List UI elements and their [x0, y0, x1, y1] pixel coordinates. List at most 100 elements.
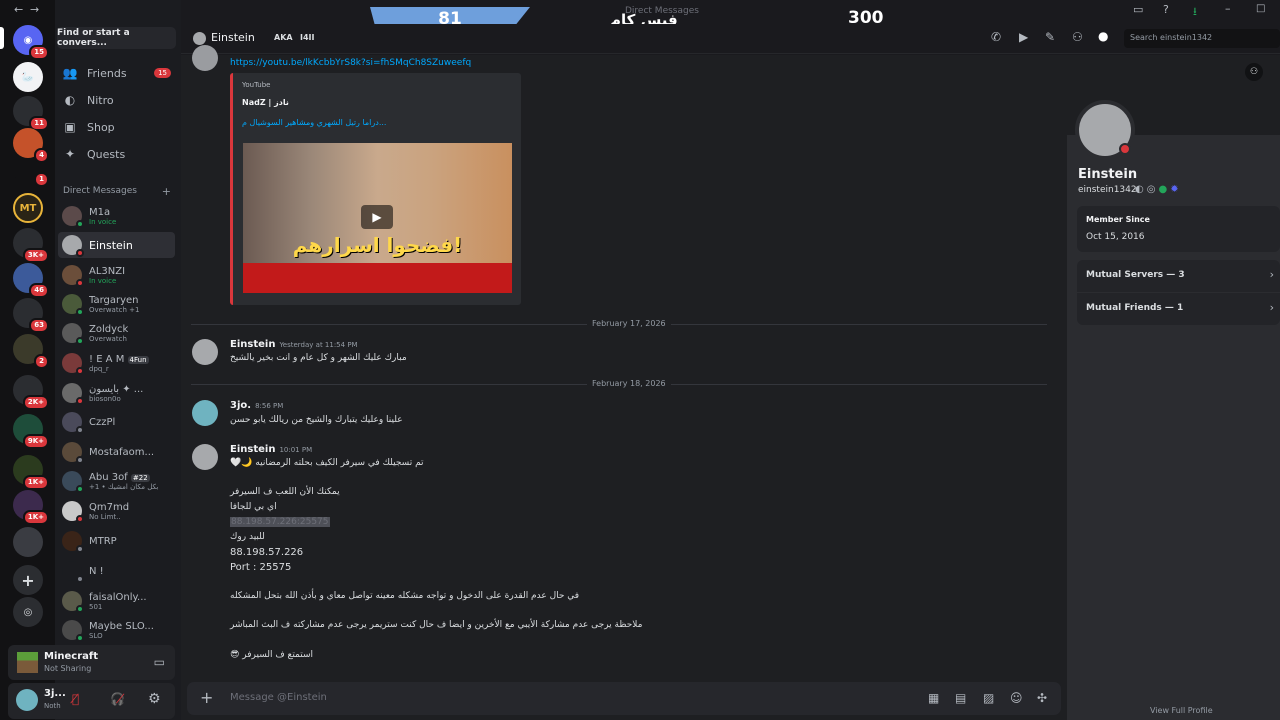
download-icon[interactable]: ⭳: [1193, 3, 1197, 22]
message-time: 8:56 PM: [255, 402, 284, 410]
badge: 4: [34, 148, 49, 163]
server-mt[interactable]: MT: [13, 193, 43, 223]
dm-item[interactable]: Qm7md No Limt..: [58, 498, 175, 524]
dm-item[interactable]: بايسون ✦ ... bioson0o: [58, 380, 175, 406]
message-line: Port : 25575: [230, 562, 292, 573]
server-icon[interactable]: 🦢: [13, 62, 43, 92]
server-icon[interactable]: 1K+: [13, 490, 49, 525]
dm-item[interactable]: CzzPl: [58, 409, 175, 435]
add-server-button[interactable]: +: [13, 565, 43, 595]
activity-sub: Not Sharing: [44, 664, 92, 673]
dm-item[interactable]: N !: [58, 558, 175, 584]
nav-label: Shop: [87, 120, 115, 134]
apps-icon[interactable]: ✣: [1037, 691, 1047, 705]
header-name: Einstein: [211, 31, 255, 44]
dm-item[interactable]: ! E A M 4Fun dpq_r: [58, 350, 175, 376]
dm-item[interactable]: faisalOnly... 501: [58, 588, 175, 614]
add-attachment-icon[interactable]: +: [200, 688, 213, 707]
mute-icon[interactable]: 🎙̸: [72, 692, 79, 706]
dnd-status-icon: [1119, 143, 1131, 155]
settings-gear-icon[interactable]: ⚙: [148, 691, 161, 707]
minimize-icon[interactable]: –: [1225, 2, 1231, 15]
dm-name: Maybe SLO...: [89, 620, 154, 632]
emoji-icon[interactable]: ☺: [1010, 691, 1023, 705]
status-dot: [76, 605, 84, 613]
create-dm-icon[interactable]: +: [162, 185, 171, 198]
server-icon[interactable]: 2K+: [13, 375, 49, 410]
video-thumbnail[interactable]: ▶ فضحوا اسرارهم!: [243, 143, 512, 293]
nav-label: Nitro: [87, 93, 114, 107]
dm-item[interactable]: MTRP: [58, 528, 175, 554]
play-icon[interactable]: ▶: [361, 205, 393, 229]
screen-share-icon[interactable]: ▭: [154, 655, 165, 669]
add-friend-icon[interactable]: ⚇: [1245, 63, 1263, 81]
dm-item[interactable]: Maybe SLO... SLO: [58, 617, 175, 643]
message-line: 🤍🌙 تم تسجيلك في سيرفر الكيف بحلته الرمضا…: [230, 458, 424, 468]
gift-icon[interactable]: ▦: [928, 691, 939, 705]
message-input[interactable]: + Message @Einstein ▦ ▤ ▨ ☺ ✣: [187, 682, 1061, 715]
gif-icon[interactable]: ▤: [955, 691, 966, 705]
voice-call-icon[interactable]: ✆: [991, 30, 1001, 44]
discover-button[interactable]: ◎: [13, 597, 43, 627]
dm-item-selected[interactable]: Einstein: [58, 232, 175, 258]
dm-item[interactable]: AL3NZI In voice: [58, 262, 175, 288]
nav-label: Friends: [87, 66, 127, 80]
nav-quests[interactable]: ✦ Quests: [63, 143, 173, 165]
maximize-icon[interactable]: □: [1256, 3, 1265, 14]
message-author[interactable]: Einstein 10:01 PM: [230, 444, 312, 455]
server-icon[interactable]: 9K+: [13, 414, 49, 449]
avatar: [62, 501, 84, 523]
mutual-servers-row[interactable]: Mutual Servers — 3 ›: [1077, 260, 1280, 292]
nav-shop[interactable]: ▣ Shop: [63, 116, 173, 138]
avatar[interactable]: [16, 689, 38, 711]
back-arrow-icon[interactable]: ←: [14, 3, 23, 16]
server-icon[interactable]: 11: [13, 96, 49, 131]
view-full-profile-link[interactable]: View Full Profile: [1150, 706, 1213, 715]
deafen-icon[interactable]: 🎧̸: [110, 692, 125, 706]
server-icon[interactable]: 1K+: [13, 455, 49, 490]
message-author[interactable]: 3jo. 8:56 PM: [230, 400, 283, 411]
avatar: [62, 620, 84, 642]
search-placeholder: Search einstein1342: [1130, 33, 1213, 42]
embed-author[interactable]: NadZ | نادز: [242, 98, 289, 107]
dm-item[interactable]: M1a In voice: [58, 203, 175, 229]
pin-icon[interactable]: ✎: [1045, 30, 1055, 44]
server-icon[interactable]: 63: [13, 298, 49, 333]
add-friends-icon[interactable]: ⚇: [1072, 30, 1083, 44]
profile-toggle-icon[interactable]: ●: [1098, 29, 1108, 43]
nav-nitro[interactable]: ◐ Nitro: [63, 89, 173, 111]
nav-friends[interactable]: 👥 Friends 15: [63, 62, 173, 84]
server-icon[interactable]: 4: [13, 128, 49, 163]
dm-sub: 501: [89, 602, 103, 611]
server-icon[interactable]: 2: [13, 334, 49, 369]
search-input[interactable]: Search einstein1342: [1124, 29, 1280, 48]
dm-item[interactable]: Zoldyck Overwatch: [58, 320, 175, 346]
home-dm-button[interactable]: ◉ 15: [13, 25, 49, 60]
author-name: Einstein: [230, 444, 276, 455]
shop-icon: ▣: [64, 120, 76, 134]
server-folder[interactable]: [13, 527, 43, 557]
video-call-icon[interactable]: ▶: [1019, 30, 1028, 44]
find-conversation-button[interactable]: Find or start a convers...: [57, 27, 176, 49]
activity-panel[interactable]: Minecraft Not Sharing ▭: [8, 645, 175, 680]
server-icon[interactable]: 1: [13, 162, 49, 187]
message-line: اي بي للجافا: [230, 502, 277, 512]
inbox-icon[interactable]: ▭: [1133, 3, 1143, 16]
server-icon[interactable]: 46: [13, 263, 49, 298]
ip-spoiler[interactable]: 88.198.57.226:25575: [230, 517, 330, 527]
message-link[interactable]: https://youtu.be/lkKcbbYrS8k?si=fhSMqCh8…: [230, 58, 471, 68]
message-author[interactable]: Einstein Yesterday at 11:54 PM: [230, 339, 358, 350]
sticker-icon[interactable]: ▨: [983, 691, 994, 705]
dm-item[interactable]: Mostafaom...: [58, 439, 175, 465]
embed-title[interactable]: دراما رتيل الشهري ومشاهير السوشيال م...: [242, 118, 386, 127]
help-icon[interactable]: ?: [1163, 3, 1169, 16]
dm-item[interactable]: Targaryen Overwatch +1: [58, 291, 175, 317]
avatar: [192, 339, 218, 365]
mutual-friends-row[interactable]: Mutual Friends — 1 ›: [1077, 293, 1280, 325]
forward-arrow-icon[interactable]: →: [30, 3, 39, 16]
status-dot: [76, 220, 84, 228]
dm-item[interactable]: Abu 3of #22 +1 • بكل مكان امشيك: [58, 468, 175, 494]
user-panel: 3j... Noth 🎙̸ 🎧̸ ⚙: [8, 683, 175, 719]
profile-display-name: Einstein: [1078, 167, 1138, 182]
server-icon[interactable]: 3K+: [13, 228, 49, 263]
